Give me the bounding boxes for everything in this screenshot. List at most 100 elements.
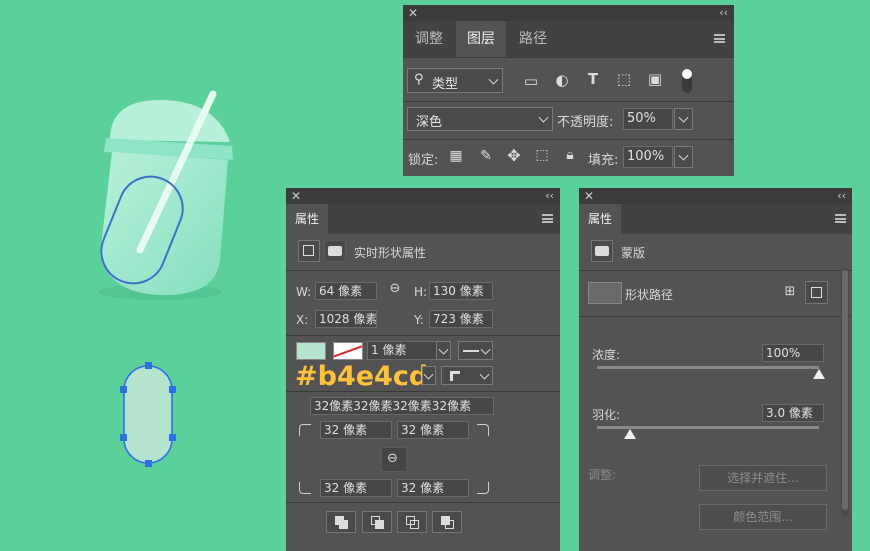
- color-range-button[interactable]: 颜色范围...: [699, 504, 827, 530]
- filter-select-value: 类型: [432, 77, 459, 92]
- link-icon: ⊖: [387, 451, 398, 466]
- close-icon[interactable]: ✕: [584, 188, 594, 204]
- add-mask-icon[interactable]: ⊞: [781, 284, 799, 299]
- density-field[interactable]: 100%: [762, 344, 824, 362]
- link-corners-button[interactable]: ⊖: [381, 447, 407, 472]
- fill-color-swatch[interactable]: [296, 342, 326, 360]
- type-filter-icon[interactable]: T: [584, 70, 602, 88]
- scrollbar[interactable]: [841, 268, 849, 516]
- mask-mode-icon[interactable]: [324, 240, 346, 262]
- tab-paths[interactable]: 路径: [507, 21, 559, 57]
- feather-slider-thumb[interactable]: [624, 429, 637, 439]
- bottom-left-radius-field[interactable]: 32 像素: [320, 479, 392, 497]
- combine-shapes-button[interactable]: [326, 511, 356, 533]
- tab-layers[interactable]: 图层: [456, 21, 506, 57]
- fill-label: 填充:: [588, 153, 619, 168]
- lock-all-icon[interactable]: 🔒︎: [562, 147, 578, 163]
- layers-tab-row: 调整 图层 路径: [403, 21, 734, 57]
- x-field[interactable]: 1028 像素: [315, 310, 377, 328]
- blend-mode-value: 深色: [416, 115, 443, 130]
- layers-panel-titlebar: ✕ ‹‹: [403, 5, 734, 21]
- tab-properties[interactable]: 属性: [579, 204, 621, 234]
- subtract-shapes-button[interactable]: [362, 511, 392, 533]
- density-slider-track[interactable]: [597, 366, 819, 369]
- fill-field[interactable]: 100%: [623, 146, 673, 168]
- density-label: 浓度:: [592, 348, 621, 362]
- panel-menu-icon[interactable]: [714, 34, 725, 43]
- vector-mask-button[interactable]: [805, 281, 828, 304]
- shape-filter-icon[interactable]: ⬚: [615, 70, 633, 88]
- fill-dropdown[interactable]: [674, 146, 693, 168]
- cup-illustration: [98, 90, 233, 300]
- exclude-shapes-button[interactable]: [432, 511, 462, 533]
- close-icon[interactable]: ✕: [408, 5, 418, 21]
- y-field[interactable]: 723 像素: [429, 310, 493, 328]
- intersect-shapes-button[interactable]: [397, 511, 427, 533]
- top-right-radius-field[interactable]: 32 像素: [397, 421, 469, 439]
- top-left-corner-icon: [299, 424, 311, 436]
- opacity-dropdown[interactable]: [674, 108, 693, 130]
- shape-path-label: 形状路径: [625, 288, 674, 302]
- stroke-align-dropdown[interactable]: [422, 366, 436, 385]
- mask-tab-row: 属性: [579, 204, 852, 234]
- tab-adjustments[interactable]: 调整: [403, 21, 455, 57]
- fill-color-annotation: #b4e4cd: [295, 361, 429, 392]
- bottom-right-radius-field[interactable]: 32 像素: [397, 479, 469, 497]
- top-right-corner-icon: [477, 424, 489, 436]
- panel-menu-icon[interactable]: [835, 214, 846, 223]
- properties-panel-titlebar: ✕ ‹‹: [286, 188, 560, 204]
- blend-mode-select[interactable]: 深色: [407, 107, 553, 131]
- width-label: W:: [296, 285, 312, 299]
- lock-label: 锁定:: [408, 153, 439, 168]
- mask-panel-titlebar: ✕ ‹‹: [579, 188, 852, 204]
- live-shape-icon[interactable]: [298, 240, 320, 262]
- select-and-mask-button[interactable]: 选择并遮住...: [699, 465, 827, 491]
- collapse-icon[interactable]: ‹‹: [719, 5, 728, 20]
- filter-toggle[interactable]: [682, 69, 692, 93]
- stroke-width-field[interactable]: 1 像素: [367, 341, 437, 360]
- tab-properties[interactable]: 属性: [286, 204, 328, 234]
- layers-panel: ✕ ‹‹ 调整 图层 路径 ⚲ 类型 ▭ ◐ T ⬚ ▣ 深色 不透明度: 50…: [403, 5, 734, 176]
- stroke-width-dropdown[interactable]: [436, 341, 451, 360]
- stroke-color-swatch[interactable]: [333, 342, 363, 360]
- height-label: H:: [414, 285, 428, 299]
- corner-radius-all-field[interactable]: 32像素32像素32像素32像素: [310, 397, 494, 415]
- x-label: X:: [296, 313, 309, 327]
- opacity-field[interactable]: 50%: [623, 108, 673, 130]
- density-slider-thumb[interactable]: [813, 369, 825, 379]
- mask-icon: [591, 240, 613, 262]
- opacity-label: 不透明度:: [557, 115, 614, 130]
- filter-select[interactable]: ⚲ 类型: [407, 68, 503, 93]
- adjustment-filter-icon[interactable]: ◐: [553, 71, 571, 89]
- y-label: Y:: [414, 313, 424, 327]
- smart-object-filter-icon[interactable]: ▣: [646, 70, 664, 88]
- stroke-corner-dropdown[interactable]: [441, 366, 493, 385]
- lock-image-pixels-icon[interactable]: ✎: [478, 148, 494, 164]
- close-icon[interactable]: ✕: [291, 188, 301, 204]
- mask-properties-panel: ✕ ‹‹ 属性 蒙版 形状路径 ⊞ 浓度: 100% 羽化: 3.0 像素 调整…: [579, 188, 852, 551]
- feather-label: 羽化:: [592, 408, 621, 422]
- properties-tab-row: 属性: [286, 204, 560, 234]
- bottom-right-corner-icon: [477, 482, 489, 494]
- mask-heading: 蒙版: [621, 246, 646, 260]
- collapse-icon[interactable]: ‹‹: [837, 188, 846, 203]
- feather-field[interactable]: 3.0 像素: [762, 404, 824, 422]
- selected-shape[interactable]: [116, 362, 182, 468]
- panel-menu-icon[interactable]: [542, 214, 553, 223]
- stroke-type-dropdown[interactable]: [458, 341, 493, 360]
- width-field[interactable]: 64 像素: [315, 282, 377, 300]
- live-shape-properties-heading: 实时形状属性: [354, 246, 427, 260]
- height-field[interactable]: 130 像素: [429, 282, 493, 300]
- adjust-label: 调整:: [588, 468, 617, 482]
- lock-transparent-pixels-icon[interactable]: ▦: [448, 148, 464, 164]
- link-dimensions-icon[interactable]: ⊖: [386, 281, 404, 296]
- shape-path-thumbnail: [588, 282, 622, 304]
- search-icon: ⚲: [414, 72, 424, 87]
- bottom-left-corner-icon: [299, 482, 311, 494]
- properties-panel: ✕ ‹‹ 属性 实时形状属性 W: 64 像素 ⊖ H: 130 像素 X: 1…: [286, 188, 560, 551]
- lock-position-icon[interactable]: ✥: [505, 146, 523, 165]
- lock-artboard-icon[interactable]: ⬚: [533, 147, 551, 163]
- image-filter-icon[interactable]: ▭: [522, 72, 540, 90]
- top-left-radius-field[interactable]: 32 像素: [320, 421, 392, 439]
- collapse-icon[interactable]: ‹‹: [545, 188, 554, 203]
